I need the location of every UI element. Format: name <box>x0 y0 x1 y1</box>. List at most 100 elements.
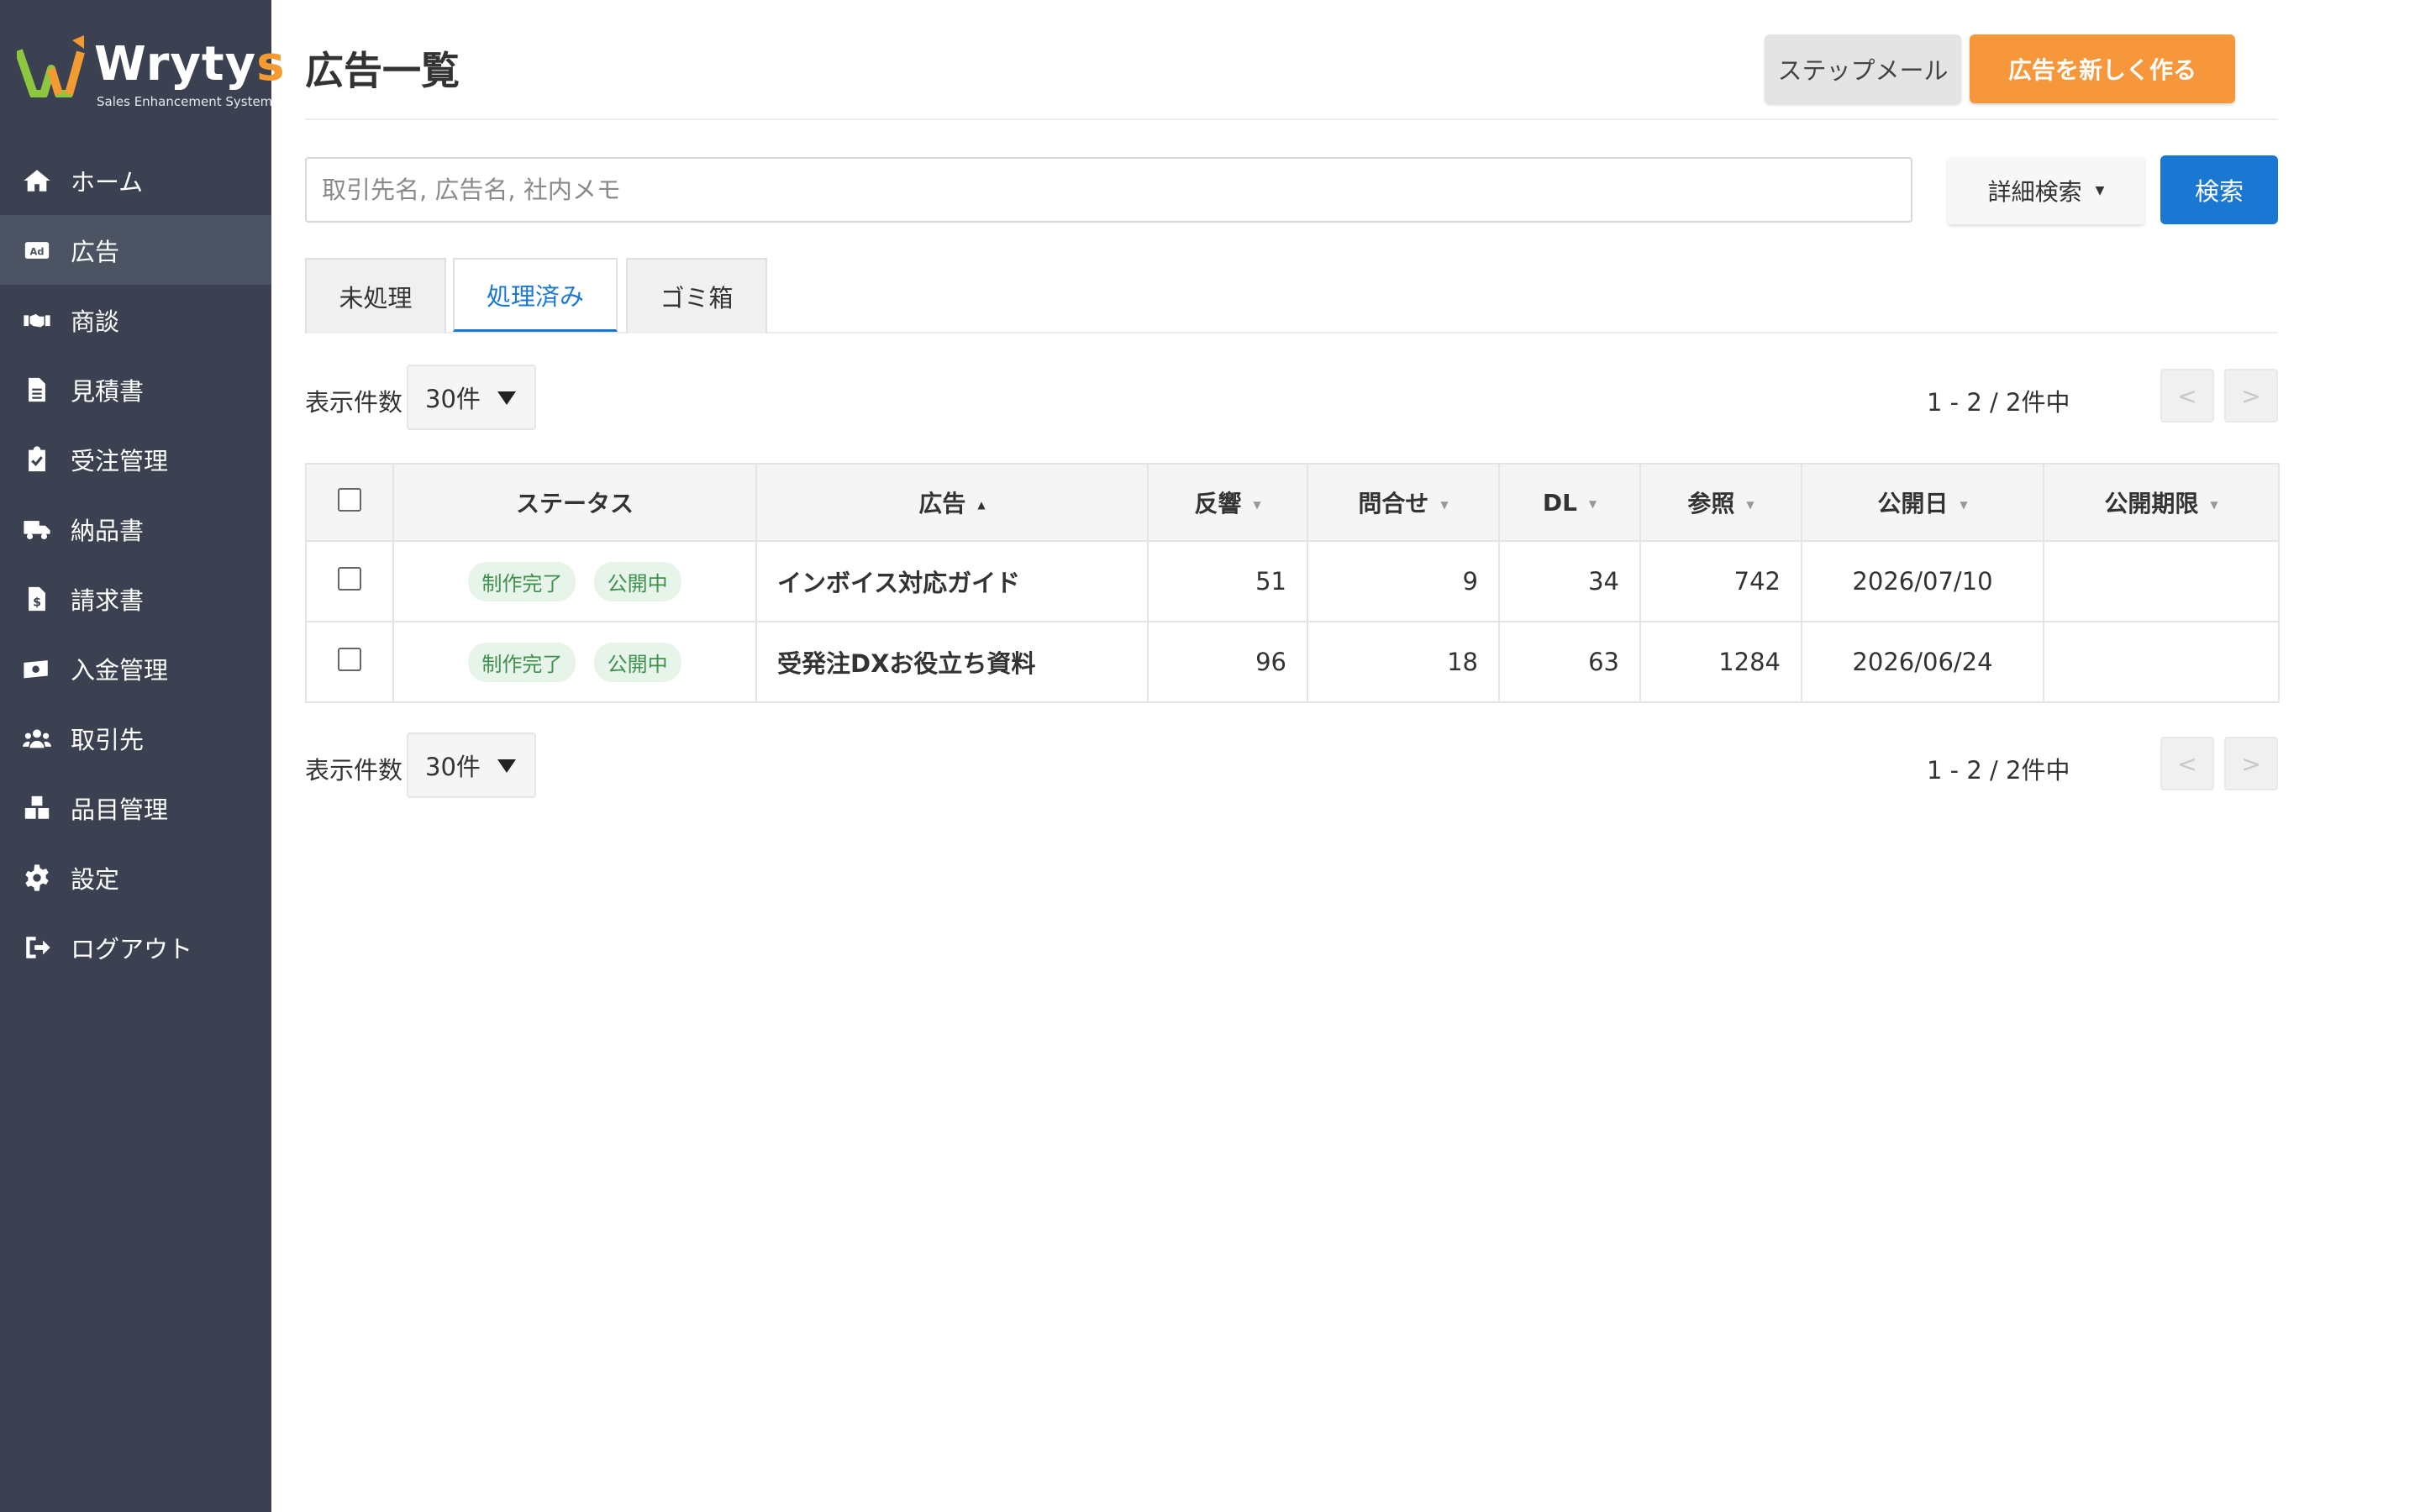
tab-trash[interactable]: ゴミ箱 <box>626 258 767 333</box>
published-cell: 2026/07/10 <box>1801 540 2044 622</box>
table-row[interactable]: 制作完了 公開中 インボイス対応ガイド 51 9 34 742 2026/07/… <box>305 540 2280 622</box>
brand-name: Wrytys <box>94 37 286 92</box>
prev-page-button[interactable]: < <box>2160 369 2214 423</box>
col-published[interactable]: 公開日 ▼ <box>1801 463 2044 542</box>
sidebar-item-deals[interactable]: 商談 <box>0 285 271 354</box>
sort-icon: ▼ <box>1746 499 1754 511</box>
money-icon <box>22 654 52 684</box>
gear-icon <box>22 863 52 893</box>
per-page-label: 表示件数 <box>305 388 403 417</box>
detail-search-label: 詳細検索 <box>1987 178 2082 206</box>
sidebar-item-invoices[interactable]: $ 請求書 <box>0 564 271 633</box>
prev-page-button[interactable]: < <box>2160 737 2214 790</box>
deadline-cell <box>2043 540 2280 622</box>
status-badge: 制作完了 <box>468 642 576 682</box>
tab-processed[interactable]: 処理済み <box>453 258 618 332</box>
sidebar-item-settings[interactable]: 設定 <box>0 843 271 912</box>
col-response[interactable]: 反響 ▼ <box>1147 463 1308 542</box>
col-inquiry[interactable]: 問合せ ▼ <box>1307 463 1500 542</box>
svg-text:$: $ <box>33 596 41 609</box>
sidebar-item-label: 納品書 <box>71 516 145 545</box>
sidebar-item-label: 品目管理 <box>71 795 169 824</box>
col-views[interactable]: 参照 ▼ <box>1639 463 1802 542</box>
per-page-value: 30件 <box>425 385 481 413</box>
ad-name-cell[interactable]: インボイス対応ガイド <box>755 540 1149 622</box>
sidebar-item-delivery[interactable]: 納品書 <box>0 494 271 564</box>
pager-bottom: 表示件数 30件 1 - 2 / 2件中 < > <box>305 732 2278 800</box>
sidebar-item-clients[interactable]: 取引先 <box>0 703 271 773</box>
next-page-button[interactable]: > <box>2224 369 2278 423</box>
col-deadline[interactable]: 公開期限 ▼ <box>2043 463 2280 542</box>
table-row[interactable]: 制作完了 公開中 受発注DXお役立ち資料 96 18 63 1284 2026/… <box>305 621 2280 703</box>
select-all-checkbox[interactable] <box>338 487 361 512</box>
ad-icon: Ad <box>22 235 52 265</box>
document-icon <box>22 375 52 405</box>
new-ad-button[interactable]: 広告を新しく作る <box>1970 34 2235 103</box>
sidebar-item-label: ホーム <box>71 167 144 197</box>
sidebar-item-label: ログアウト <box>71 934 193 963</box>
sidebar-item-label: 広告 <box>71 237 120 266</box>
page-title: 広告一覧 <box>305 48 460 93</box>
response-cell: 96 <box>1147 621 1308 703</box>
row-select-cell <box>305 621 394 703</box>
sidebar-item-label: 請求書 <box>71 585 145 615</box>
users-icon <box>22 723 52 753</box>
search-button[interactable]: 検索 <box>2160 155 2278 224</box>
pager-top: 表示件数 30件 1 - 2 / 2件中 < > <box>305 365 2278 432</box>
ads-table: ステータス 広告 ▲ 反響 ▼ 問合せ ▼ DL ▼ 参照 ▼ 公開日 ▼ 公開期限 ▼ 制作… <box>305 463 2280 703</box>
published-cell: 2026/06/24 <box>1801 621 2044 703</box>
sidebar-item-items[interactable]: 品目管理 <box>0 773 271 843</box>
per-page-select[interactable]: 30件 <box>407 365 536 430</box>
detail-search-button[interactable]: 詳細検索 ▼ <box>1948 157 2144 224</box>
home-icon <box>22 165 52 196</box>
sidebar: Wrytys Sales Enhancement System ホーム Ad 広… <box>0 0 285 1512</box>
next-page-button[interactable]: > <box>2224 737 2278 790</box>
search-input[interactable] <box>305 157 1912 223</box>
result-count: 1 - 2 / 2件中 <box>1927 388 2070 417</box>
result-count: 1 - 2 / 2件中 <box>1927 756 2070 785</box>
brand-subtitle: Sales Enhancement System <box>97 94 273 109</box>
status-tabs: 未処理 処理済み ゴミ箱 <box>305 258 2278 333</box>
truck-icon <box>22 514 52 544</box>
dl-cell: 63 <box>1498 621 1641 703</box>
inquiry-cell: 9 <box>1307 540 1500 622</box>
logout-icon <box>22 932 52 963</box>
sidebar-item-ads[interactable]: Ad 広告 <box>0 215 271 285</box>
sidebar-item-quotes[interactable]: 見積書 <box>0 354 271 424</box>
row-checkbox[interactable] <box>338 647 361 671</box>
col-status: ステータス <box>392 463 757 542</box>
sidebar-item-label: 入金管理 <box>71 655 169 685</box>
sidebar-item-label: 受注管理 <box>71 446 169 475</box>
per-page-label: 表示件数 <box>305 756 403 785</box>
sidebar-item-label: 商談 <box>71 307 120 336</box>
logo[interactable]: Wrytys Sales Enhancement System <box>17 32 285 116</box>
sidebar-item-orders[interactable]: 受注管理 <box>0 424 271 494</box>
inquiry-cell: 18 <box>1307 621 1500 703</box>
status-cell: 制作完了 公開中 <box>392 540 757 622</box>
sidebar-item-label: 見積書 <box>71 376 145 406</box>
invoice-icon: $ <box>22 584 52 614</box>
sort-icon: ▼ <box>1588 497 1597 510</box>
col-dl[interactable]: DL ▼ <box>1498 463 1641 542</box>
select-all-cell <box>305 463 394 542</box>
per-page-select[interactable]: 30件 <box>407 732 536 798</box>
sidebar-item-payments[interactable]: 入金管理 <box>0 633 271 703</box>
sort-icon: ▼ <box>1440 499 1449 511</box>
tab-unprocessed[interactable]: 未処理 <box>305 258 446 333</box>
row-checkbox[interactable] <box>338 566 361 591</box>
sort-icon: ▼ <box>1253 499 1261 511</box>
sidebar-item-home[interactable]: ホーム <box>0 145 271 215</box>
step-mail-button[interactable]: ステップメール <box>1765 34 1961 103</box>
sort-icon: ▼ <box>2210 499 2218 511</box>
sidebar-item-logout[interactable]: ログアウト <box>0 912 271 982</box>
dl-cell: 34 <box>1498 540 1641 622</box>
chevron-down-icon <box>497 759 516 773</box>
chevron-down-icon <box>497 391 516 405</box>
status-cell: 制作完了 公開中 <box>392 621 757 703</box>
ad-name-cell[interactable]: 受発注DXお役立ち資料 <box>755 621 1149 703</box>
col-ad[interactable]: 広告 ▲ <box>755 463 1149 542</box>
logo-mark-icon <box>17 35 85 97</box>
views-cell: 742 <box>1639 540 1802 622</box>
row-select-cell <box>305 540 394 622</box>
status-badge: 公開中 <box>593 642 681 682</box>
